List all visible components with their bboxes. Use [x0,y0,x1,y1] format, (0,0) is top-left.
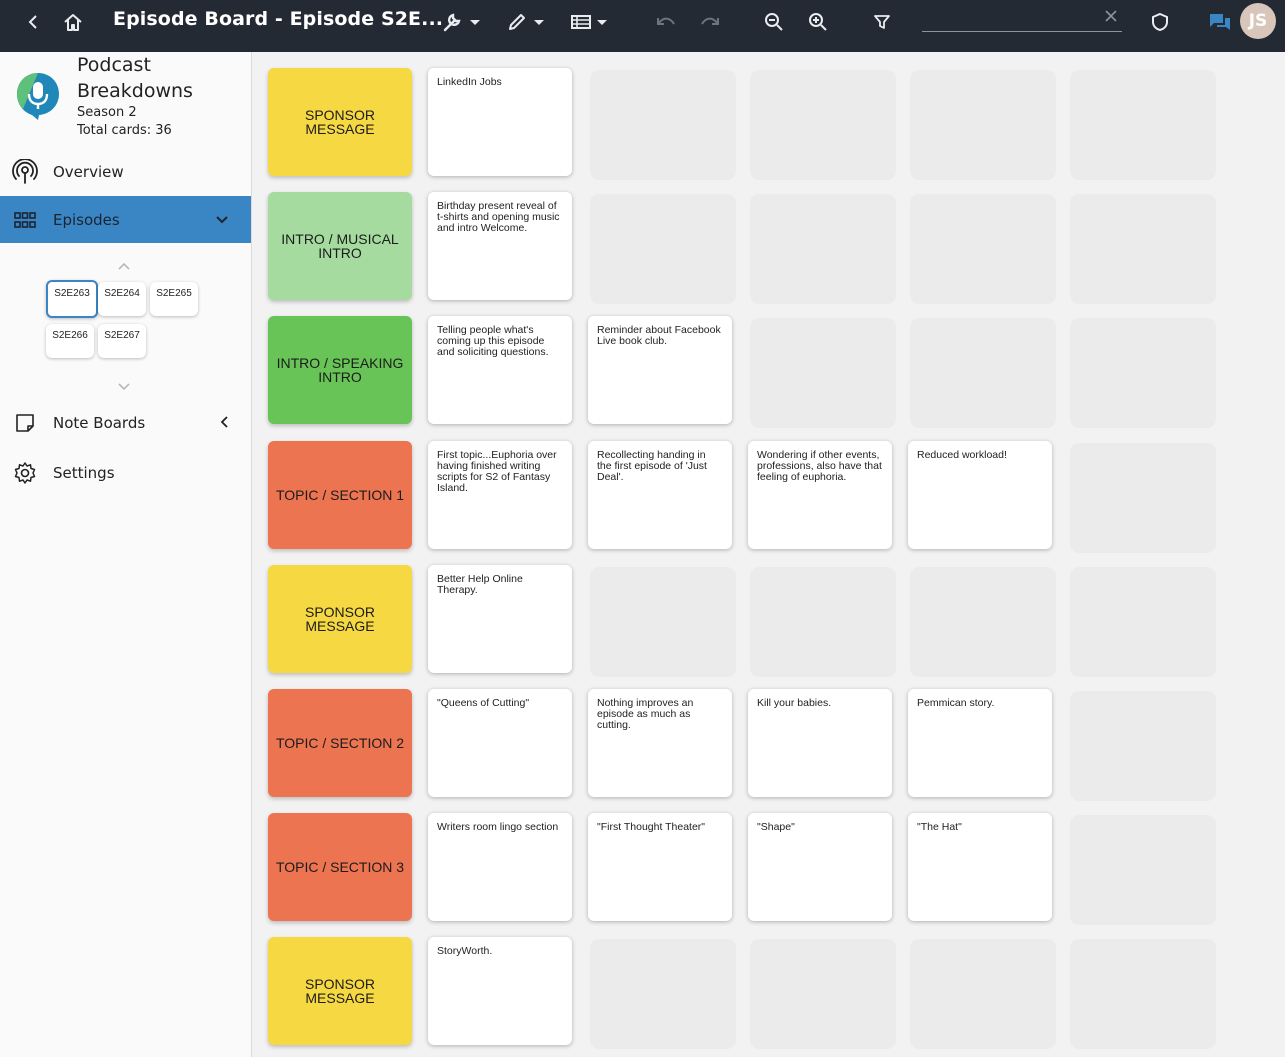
section-header-topic-section-3[interactable]: TOPIC / SECTION 3 [268,813,412,921]
note-card[interactable]: "The Hat" [908,813,1052,921]
note-card[interactable]: "Shape" [748,813,892,921]
sidebar-item-episodes[interactable]: Episodes [0,196,251,243]
sidebar-item-label: Note Boards [53,414,146,432]
empty-card-slot[interactable] [910,70,1056,180]
empty-card-slot[interactable] [590,567,736,677]
empty-card-slot[interactable] [1070,815,1216,925]
episode-chip-s2e264[interactable]: S2E264 [98,282,146,316]
wrench-icon [440,10,464,34]
caret-down-icon [470,19,480,25]
empty-card-slot[interactable] [910,939,1056,1049]
empty-card-slot[interactable] [750,939,896,1049]
section-header-sponsor-message[interactable]: SPONSOR MESSAGE [268,68,412,176]
episode-chip-s2e266[interactable]: S2E266 [46,324,94,358]
podcast-icon [12,159,38,185]
empty-card-slot[interactable] [750,318,896,428]
empty-card-slot[interactable] [910,567,1056,677]
top-bar: Episode Board - Episode S2E... JS [0,0,1285,52]
note-card[interactable]: Nothing improves an episode as much as c… [588,689,732,797]
empty-card-slot[interactable] [1070,691,1216,801]
filter-icon[interactable] [868,0,896,44]
project-name: Podcast Breakdowns [77,54,193,102]
project-season: Season 2 [77,105,137,120]
edit-menu-button[interactable] [502,0,548,44]
note-card[interactable]: "First Thought Theater" [588,813,732,921]
sidebar-item-note-boards[interactable]: Note Boards [0,400,251,446]
zoom-in-icon[interactable] [804,0,832,44]
note-card[interactable]: First topic...Euphoria over having finis… [428,441,572,549]
note-card[interactable]: Reduced workload! [908,441,1052,549]
empty-card-slot[interactable] [1070,70,1216,180]
tools-menu-button[interactable] [436,0,484,44]
note-card[interactable]: "Queens of Cutting" [428,689,572,797]
gear-icon [12,460,38,486]
note-card[interactable]: Telling people what's coming up this epi… [428,316,572,424]
note-card[interactable]: Writers room lingo section [428,813,572,921]
user-avatar[interactable]: JS [1240,3,1276,39]
empty-card-slot[interactable] [750,567,896,677]
episode-chip-s2e267[interactable]: S2E267 [98,324,146,358]
total-cards: Total cards: 36 [77,123,172,138]
empty-card-slot[interactable] [590,194,736,304]
empty-card-slot[interactable] [750,194,896,304]
empty-card-slot[interactable] [1070,939,1216,1049]
sidebar-item-settings[interactable]: Settings [0,450,251,496]
sidebar-item-label: Settings [53,464,115,482]
empty-card-slot[interactable] [590,70,736,180]
list-view-icon [571,14,591,30]
home-icon[interactable] [58,0,88,44]
empty-card-slot[interactable] [750,70,896,180]
chevron-down-icon [215,211,229,229]
undo-icon[interactable] [652,0,680,44]
caret-down-icon [597,19,607,25]
note-card[interactable]: Recollecting handing in the first episod… [588,441,732,549]
empty-card-slot[interactable] [590,939,736,1049]
note-card[interactable]: Wondering if other events, professions, … [748,441,892,549]
empty-card-slot[interactable] [1070,443,1216,553]
note-card[interactable]: Reminder about Facebook Live book club. [588,316,732,424]
note-card[interactable]: Pemmican story. [908,689,1052,797]
sidebar-item-overview[interactable]: Overview [0,149,251,195]
redo-icon[interactable] [696,0,724,44]
section-header-topic-section-2[interactable]: TOPIC / SECTION 2 [268,689,412,797]
episode-chip-s2e263[interactable]: S2E263 [46,280,98,318]
scroll-down-icon[interactable] [116,378,132,391]
clear-search-icon[interactable] [1100,0,1122,38]
section-header-intro-speaking-intro[interactable]: INTRO / SPEAKING INTRO [268,316,412,424]
podcast-logo-icon [13,70,63,120]
section-header-topic-section-1[interactable]: TOPIC / SECTION 1 [268,441,412,549]
zoom-out-icon[interactable] [760,0,788,44]
sidebar-item-label: Episodes [53,210,120,229]
empty-card-slot[interactable] [910,194,1056,304]
note-card[interactable]: Birthday present reveal of t-shirts and … [428,192,572,300]
note-card[interactable]: Kill your babies. [748,689,892,797]
caret-down-icon [534,19,544,25]
episode-chip-s2e265[interactable]: S2E265 [150,282,198,316]
empty-card-slot[interactable] [1070,318,1216,428]
chat-icon[interactable] [1206,0,1234,44]
empty-card-slot[interactable] [1070,567,1216,677]
back-icon[interactable] [20,0,46,44]
pencil-icon [506,11,528,33]
search-input[interactable] [922,8,1122,32]
view-menu-button[interactable] [566,0,612,44]
note-card[interactable]: Better Help Online Therapy. [428,565,572,673]
note-card[interactable]: LinkedIn Jobs [428,68,572,176]
grid-icon [12,207,38,233]
page-title: Episode Board - Episode S2E... [113,8,444,30]
chevron-left-icon [219,415,229,433]
empty-card-slot[interactable] [910,318,1056,428]
section-header-sponsor-message[interactable]: SPONSOR MESSAGE [268,565,412,673]
scroll-up-icon[interactable] [116,258,132,270]
section-header-intro-musical-intro[interactable]: INTRO / MUSICAL INTRO [268,192,412,300]
note-card[interactable]: StoryWorth. [428,937,572,1045]
shield-icon[interactable] [1146,0,1174,44]
note-icon [12,410,38,436]
empty-card-slot[interactable] [1070,194,1216,304]
sidebar-item-label: Overview [53,163,124,181]
section-header-sponsor-message[interactable]: SPONSOR MESSAGE [268,937,412,1045]
